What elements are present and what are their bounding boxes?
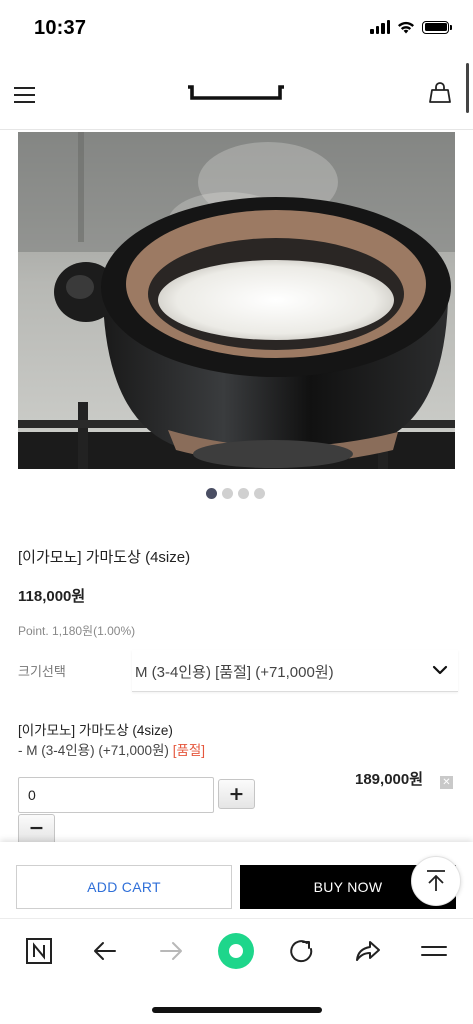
quantity-input[interactable]: [18, 777, 214, 813]
browser-menu-button[interactable]: [416, 933, 452, 969]
back-button[interactable]: [87, 933, 123, 969]
menu-lines-icon: [421, 946, 447, 956]
product-image[interactable]: [18, 132, 455, 469]
selected-item-detail: - M (3-4인용) (+71,000원) [품절]: [18, 739, 205, 759]
selected-item-option: - M (3-4인용) (+71,000원): [18, 743, 169, 758]
product-price: 118,000원: [18, 588, 86, 605]
gallery-dot-2[interactable]: [222, 488, 233, 499]
page-scrollbar[interactable]: [466, 63, 469, 113]
share-button[interactable]: [350, 933, 386, 969]
purchase-action-bar: ADD CART BUY NOW: [0, 842, 473, 918]
back-arrow-icon: [94, 942, 116, 960]
status-icons: [370, 20, 452, 34]
product-name: [이가모노] 가마도상 (4size): [18, 549, 191, 566]
gallery-dot-1[interactable]: [206, 488, 217, 499]
browser-toolbar: [0, 918, 473, 984]
forward-arrow-icon: [160, 942, 182, 960]
forward-button[interactable]: [153, 933, 189, 969]
brand-logo[interactable]: [186, 84, 286, 104]
cellular-signal-icon: [370, 20, 390, 34]
refresh-button[interactable]: [284, 933, 320, 969]
scroll-to-top-button[interactable]: [411, 856, 461, 906]
status-bar: 10:37: [0, 0, 473, 56]
chevron-down-icon: [432, 665, 448, 675]
gallery-pagination: [206, 488, 265, 499]
gallery-dot-4[interactable]: [254, 488, 265, 499]
quantity-increase-button[interactable]: +: [218, 779, 255, 809]
selected-item-price: 189,000원: [355, 771, 424, 788]
shopping-bag-icon[interactable]: [427, 80, 453, 106]
battery-icon: [422, 20, 452, 34]
option-label: 크기선택: [18, 664, 66, 679]
refresh-icon: [290, 940, 313, 963]
share-arrow-icon: [356, 941, 380, 961]
arrow-up-to-top-icon: [427, 870, 445, 891]
soldout-badge: [품절]: [172, 743, 206, 758]
home-indicator[interactable]: [152, 1007, 322, 1013]
selected-item-name: [이가모노] 가마도상 (4size): [18, 723, 173, 738]
quantity-decrease-button[interactable]: −: [18, 814, 55, 842]
rice-pot-photo: [18, 132, 455, 469]
naver-icon: [26, 938, 52, 964]
naver-home-button[interactable]: [21, 933, 57, 969]
add-cart-button[interactable]: ADD CART: [16, 865, 232, 909]
status-time: 10:37: [34, 17, 87, 39]
hamburger-menu-icon[interactable]: [14, 86, 36, 104]
green-dot-icon: [218, 933, 254, 969]
green-dot-button[interactable]: [218, 933, 254, 969]
product-point: Point. 1,180원(1.00%): [18, 624, 136, 638]
size-select-value: M (3-4인용) [품절] (+71,000원): [135, 664, 334, 681]
wifi-icon: [398, 21, 414, 34]
gallery-dot-3[interactable]: [238, 488, 249, 499]
site-header: [0, 60, 473, 130]
remove-item-icon[interactable]: ✕: [440, 776, 453, 789]
size-select[interactable]: M (3-4인용) [품절] (+71,000원): [132, 650, 458, 692]
